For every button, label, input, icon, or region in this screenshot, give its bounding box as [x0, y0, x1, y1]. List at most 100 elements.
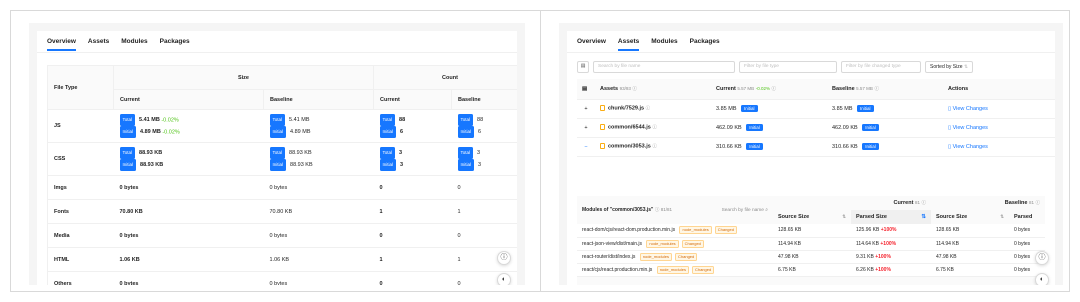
file-type-select[interactable]: Filter by file type — [739, 61, 837, 73]
theme-toggle-button[interactable]: ◐ — [497, 273, 511, 285]
parsed-size: 114.64 KB — [856, 240, 879, 247]
module-search-placeholder: Search by file name — [721, 208, 764, 213]
tab-overview[interactable]: Overview — [577, 31, 606, 53]
info-icon: ⓘ — [645, 105, 651, 111]
tab-modules[interactable]: Modules — [651, 31, 677, 53]
filter-toggle-icon[interactable]: ▤ — [577, 61, 589, 73]
view-changes-link[interactable]: ▯ View Changes — [943, 137, 1055, 157]
cell-size-current: 0 bytes — [113, 175, 264, 200]
baseline-parsed-size: 0 bytes — [1009, 224, 1045, 238]
expand-button[interactable]: + — [577, 118, 595, 138]
info-float-button[interactable]: ⓘ — [1035, 251, 1049, 265]
expand-button[interactable]: + — [577, 99, 595, 119]
table-row: CSS Total 88.93 KB Initial 88.93 KB Total 8… — [47, 142, 517, 176]
diff: -0.02% — [162, 129, 180, 136]
total-tag: Total — [119, 147, 136, 159]
source-size-label: Source Size — [936, 214, 968, 220]
table-row: react-router/dist/index.js node_modules C… — [577, 250, 1045, 264]
view-changes-label: View Changes — [952, 105, 988, 112]
source-size: 6.75 KB — [773, 263, 851, 277]
modules-subtable: Modules of "common/3053.js" ⓘ 81/81 Sear… — [577, 196, 1045, 285]
row-label: Imgs — [47, 175, 114, 200]
tab-assets[interactable]: Assets — [617, 31, 640, 53]
table-row: + common/6544.js ⓘ 462.09 KB Initial 462… — [577, 118, 1055, 138]
view-changes-link[interactable]: ▯ View Changes — [943, 118, 1055, 138]
diff: +100% — [875, 266, 891, 273]
info-icon: ⓘ — [921, 200, 927, 205]
overview-card: Overview Assets Modules Packages File Ty… — [37, 31, 517, 285]
baseline-parsed-size-header[interactable]: Parsed — [1009, 210, 1045, 224]
search-input[interactable]: Search by file name — [593, 61, 735, 73]
view-changes-label: View Changes — [952, 124, 988, 131]
modules-current-count: 81 — [914, 200, 920, 205]
asset-baseline-cell: 310.66 KB Initial — [827, 137, 943, 157]
tab-overview[interactable]: Overview — [47, 31, 76, 53]
cell-count-baseline: Total 3 Initial 3 — [451, 142, 517, 176]
row-label: Fonts — [47, 199, 114, 224]
overview-panel: Overview Assets Modules Packages File Ty… — [29, 23, 525, 285]
cell-size-baseline: 0 bytes — [263, 271, 374, 285]
modules-baseline-header: Baseline 81 ⓘ — [931, 196, 1045, 210]
assets-header: Assets 93/93 ⓘ — [595, 79, 711, 100]
row-label: JS — [47, 109, 114, 143]
changed-tag: Changed — [681, 239, 704, 248]
value: 88 — [399, 117, 406, 123]
initial-tag: Initial — [269, 126, 287, 138]
cell-count-baseline: 0 — [451, 223, 517, 248]
initial-tag: Initial — [862, 124, 879, 131]
current-diff: -0.02% — [755, 85, 770, 91]
assets-table: ▤ Assets 93/93 ⓘ Current 5.57 MB -0.02% … — [577, 79, 1055, 157]
tab-assets[interactable]: Assets — [88, 31, 109, 53]
baseline-source-size-header[interactable]: Source Size ⇅ — [931, 210, 1009, 224]
asset-name-cell: common/3053.js ⓘ — [595, 137, 711, 157]
file-icon — [600, 143, 605, 150]
cell-count-current: Total 88 Initial 6 — [373, 109, 452, 143]
doc-icon: ▯ — [948, 105, 952, 112]
cell-size-current: 70.80 KB — [113, 199, 264, 224]
initial-tag: Initial — [457, 159, 475, 171]
total-tag: Total — [457, 147, 474, 159]
value: 5.41 MB — [139, 117, 160, 123]
module-path-cell: react-json-view/dist/main.js node_module… — [577, 237, 773, 251]
cell-size-current: Total 88.93 KB Initial 88.93 KB — [113, 142, 264, 176]
actions-header: Actions — [943, 79, 1055, 100]
cell-count-baseline: 0 — [451, 175, 517, 200]
view-changes-label: View Changes — [952, 143, 988, 150]
modules-table: Modules of "common/3053.js" ⓘ 81/81 Sear… — [577, 196, 1045, 277]
table-row: HTML 1.06 KB 1.06 KB 1 1 — [47, 247, 517, 272]
collapse-button[interactable]: − — [577, 137, 595, 157]
initial-tag: Initial — [857, 105, 874, 112]
info-float-button[interactable]: ⓘ — [497, 251, 511, 265]
parsed-size-label: Parsed Size — [856, 214, 887, 220]
source-size-header[interactable]: Source Size ⇅ — [773, 210, 851, 224]
initial-tag: Initial — [379, 126, 397, 138]
view-changes-link[interactable]: ▯ View Changes — [943, 99, 1055, 119]
parsed-size-header[interactable]: Parsed Size ⇅ — [851, 210, 931, 224]
initial-tag: Initial — [862, 143, 879, 150]
info-icon: ⓘ — [771, 85, 777, 91]
changed-type-select[interactable]: Filter by file changed type — [841, 61, 921, 73]
tab-packages[interactable]: Packages — [690, 31, 720, 53]
tab-packages[interactable]: Packages — [160, 31, 190, 53]
asset-name: common/3053.js — [608, 143, 651, 150]
sort-button[interactable]: Sorted by Size ⇅ — [925, 61, 974, 73]
modules-title-cell: Modules of "common/3053.js" ⓘ 81/81 Sear… — [577, 196, 773, 224]
node-modules-tag: node_modules — [646, 239, 679, 248]
module-search-input[interactable]: Search by file name ⌕ — [722, 207, 768, 213]
tab-modules[interactable]: Modules — [121, 31, 147, 53]
value: 3 — [400, 162, 404, 168]
sort-label: Sorted by Size — [930, 64, 963, 70]
cell-count-current: 0 — [373, 271, 452, 285]
file-type-table: File Type Size Count Current Baseline Cu… — [47, 65, 517, 285]
cell-size-baseline: 0 bytes — [263, 175, 374, 200]
theme-toggle-button[interactable]: ◐ — [1035, 273, 1049, 285]
assets-header-label: Assets — [600, 85, 619, 92]
info-icon: ⓘ — [632, 85, 637, 91]
expand-all-icon[interactable]: ▤ — [577, 79, 595, 100]
parsed-size-cell: 9.31 KB +100% — [851, 250, 931, 264]
info-icon: ⓘ — [652, 124, 657, 130]
cell-count-baseline: Total 88 Initial 6 — [451, 109, 517, 143]
value: 6 — [478, 129, 482, 135]
source-size: 128.65 KB — [773, 224, 851, 238]
doc-icon: ▯ — [948, 124, 952, 131]
